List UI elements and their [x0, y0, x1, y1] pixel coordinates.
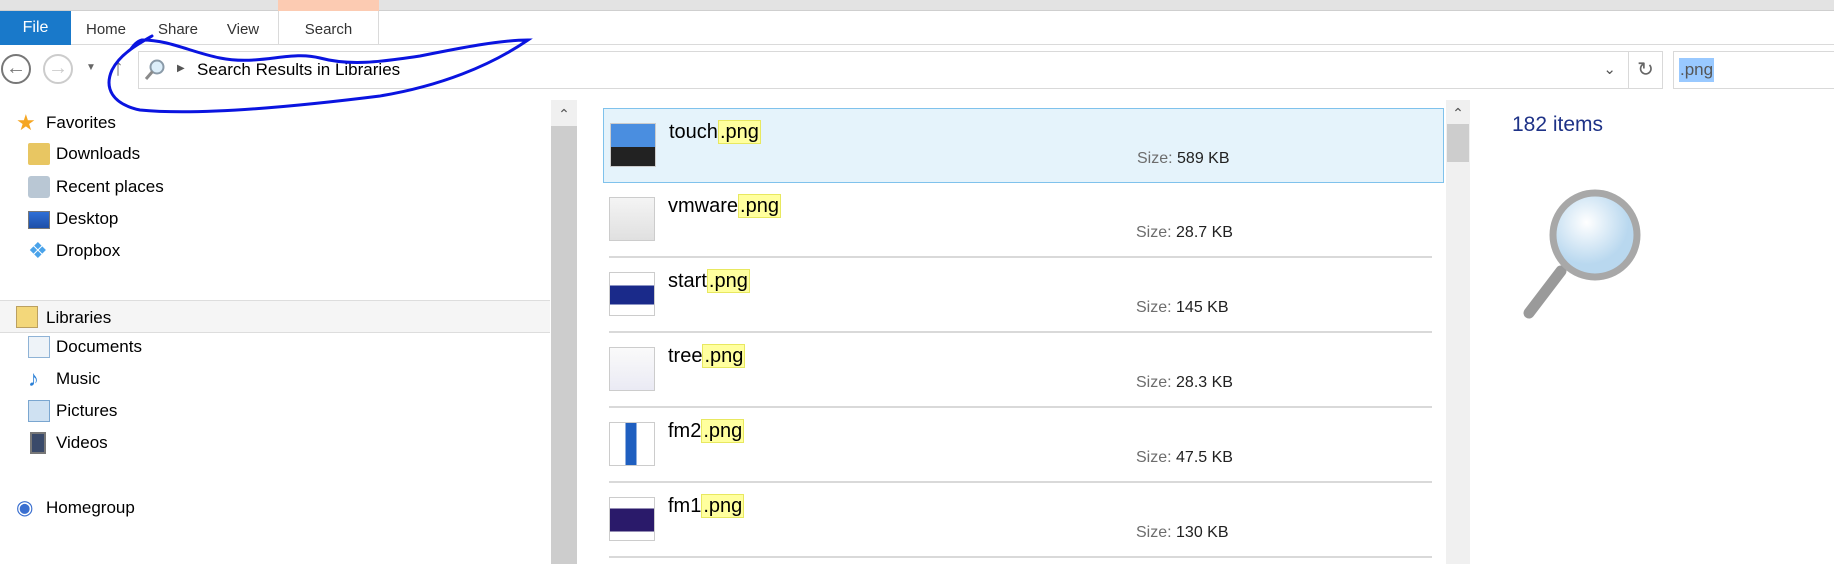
file-thumbnail — [610, 123, 656, 167]
file-row[interactable]: tree .png Size: 28.3 KB — [603, 333, 1444, 408]
recent-places-icon — [28, 176, 50, 198]
file-thumbnail — [609, 422, 655, 466]
nav-videos[interactable]: Videos — [0, 428, 550, 458]
search-match-highlight: .png — [701, 494, 745, 518]
nav-music[interactable]: ♪ Music — [0, 364, 550, 394]
nav-pictures[interactable]: Pictures — [0, 396, 550, 426]
file-size: Size: 28.3 KB — [1136, 374, 1233, 391]
file-row[interactable]: start .png Size: 145 KB — [603, 258, 1444, 333]
search-input-value[interactable]: .png — [1679, 58, 1715, 82]
nav-downloads[interactable]: Downloads — [0, 139, 550, 169]
file-row[interactable]: vmware .png Size: 28.7 KB — [603, 183, 1444, 258]
nav-homegroup[interactable]: ◉ Homegroup — [0, 493, 550, 523]
navigation-scrollbar[interactable]: ⌃ — [551, 100, 577, 564]
search-match-highlight: .png — [706, 269, 750, 293]
file-thumbnail — [609, 497, 655, 541]
libraries-icon — [16, 306, 38, 328]
dropbox-icon: ❖ — [28, 238, 48, 263]
scrollbar-thumb[interactable] — [1447, 124, 1469, 162]
search-match-highlight: .png — [738, 194, 781, 218]
scroll-up-button[interactable]: ⌃ — [1446, 100, 1470, 124]
videos-icon — [30, 432, 46, 454]
refresh-icon: ↻ — [1637, 59, 1654, 81]
nav-recent-places[interactable]: Recent places — [0, 172, 550, 202]
file-size: Size: 47.5 KB — [1136, 449, 1233, 466]
documents-icon — [28, 336, 50, 358]
search-match-highlight: .png — [717, 120, 761, 144]
row-divider — [609, 556, 1432, 558]
nav-libraries[interactable]: Libraries — [0, 300, 550, 333]
file-name: touch .png — [669, 120, 761, 144]
file-size: Size: 145 KB — [1136, 299, 1229, 316]
file-thumbnail — [609, 272, 655, 316]
file-row[interactable]: fm1 .png Size: 130 KB — [603, 483, 1444, 558]
hand-drawn-annotation — [107, 34, 533, 114]
file-name: fm2 .png — [668, 419, 745, 443]
file-size: Size: 28.7 KB — [1136, 224, 1233, 241]
magnifier-icon — [1523, 189, 1641, 319]
desktop-icon — [28, 211, 50, 229]
search-match-highlight: .png — [702, 344, 746, 368]
nav-documents[interactable]: Documents — [0, 332, 550, 362]
search-input[interactable]: .png — [1673, 51, 1834, 89]
file-name: fm1 .png — [668, 494, 745, 518]
refresh-button[interactable]: ↻ — [1629, 51, 1663, 89]
nav-dropbox[interactable]: ❖ Dropbox — [0, 236, 550, 266]
downloads-folder-icon — [28, 143, 50, 165]
file-row[interactable]: touch .png Size: 589 KB — [603, 108, 1444, 183]
search-match-highlight: .png — [701, 419, 745, 443]
file-name: tree .png — [668, 344, 746, 368]
file-size: Size: 589 KB — [1137, 150, 1230, 167]
file-thumbnail — [609, 197, 655, 241]
item-count: 182 items — [1512, 113, 1604, 136]
file-name: start .png — [668, 269, 750, 293]
file-list-scrollbar[interactable]: ⌃ — [1446, 100, 1470, 564]
file-row[interactable]: fm2 .png Size: 47.5 KB — [603, 408, 1444, 483]
pictures-icon — [28, 400, 50, 422]
file-thumbnail — [609, 347, 655, 391]
music-icon: ♪ — [28, 366, 39, 391]
navigation-pane: ★ Favorites Downloads Recent places Deskt… — [0, 100, 551, 564]
file-size: Size: 130 KB — [1136, 524, 1229, 541]
file-name: vmware .png — [668, 194, 781, 218]
nav-desktop[interactable]: Desktop — [0, 204, 550, 234]
homegroup-icon: ◉ — [16, 497, 34, 519]
chevron-down-icon[interactable]: ⌄ — [1603, 60, 1616, 78]
